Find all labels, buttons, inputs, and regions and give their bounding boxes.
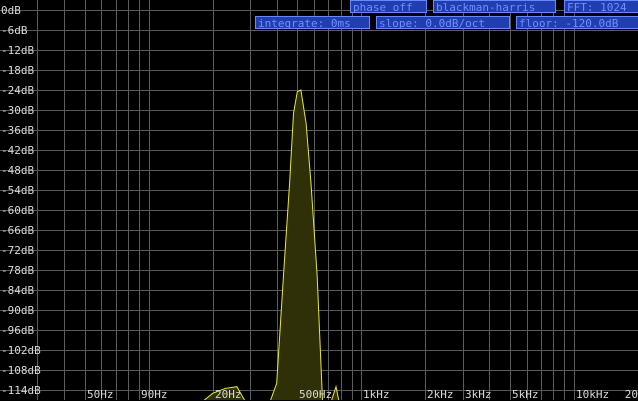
db-tick-label: -30dB <box>1 104 35 117</box>
db-tick-label: -72dB <box>1 244 35 257</box>
db-tick-label: -66dB <box>1 224 35 237</box>
db-tick-label: -84dB <box>1 284 35 297</box>
frequency-tick-label: 5kHz <box>512 388 539 401</box>
db-tick-label: -78dB <box>1 264 35 277</box>
frequency-tick-label: 20Hz <box>215 388 242 401</box>
db-tick-label: -24dB <box>1 84 35 97</box>
db-tick-label: -18dB <box>1 64 35 77</box>
db-tick-label: -60dB <box>1 204 35 217</box>
phase-toggle-button[interactable]: phase off <box>350 0 427 13</box>
slope-button[interactable]: slope: 0.0dB/oct <box>376 16 510 29</box>
frequency-tick-label: 500Hz <box>299 388 333 401</box>
db-tick-label: -48dB <box>1 164 35 177</box>
db-tick-label: -12dB <box>1 44 35 57</box>
db-tick-label: -6dB <box>1 24 28 37</box>
spectrum-fill <box>204 90 339 400</box>
db-tick-label: -102dB <box>1 344 41 357</box>
db-tick-label: -36dB <box>1 124 35 137</box>
frequency-tick-label: 2kHz <box>427 388 454 401</box>
frequency-tick-label: 1kHz <box>363 388 390 401</box>
frequency-tick-label: 50Hz <box>87 388 114 401</box>
floor-button[interactable]: floor: -120.0dB <box>516 16 638 29</box>
integrate-button[interactable]: integrate: 0ms <box>255 16 370 29</box>
spectrum-trace <box>203 89 340 400</box>
frequency-tick-label: 90Hz <box>141 388 168 401</box>
db-tick-label: 0dB <box>1 4 21 17</box>
frequency-tick-label: 3kHz <box>465 388 492 401</box>
db-tick-label: -96dB <box>1 324 35 337</box>
db-tick-label: -114dB <box>1 384 41 397</box>
spectrum-analyzer <box>0 0 638 400</box>
db-tick-label: -108dB <box>1 364 41 377</box>
db-tick-label: -42dB <box>1 144 35 157</box>
frequency-tick-label: 20 <box>624 388 638 401</box>
db-tick-label: -90dB <box>1 304 35 317</box>
frequency-tick-label: 10kHz <box>576 388 610 401</box>
window-function-button[interactable]: blackman-harris <box>433 0 556 13</box>
fft-size-button[interactable]: FFT: 1024 <box>564 0 638 13</box>
db-tick-label: -54dB <box>1 184 35 197</box>
